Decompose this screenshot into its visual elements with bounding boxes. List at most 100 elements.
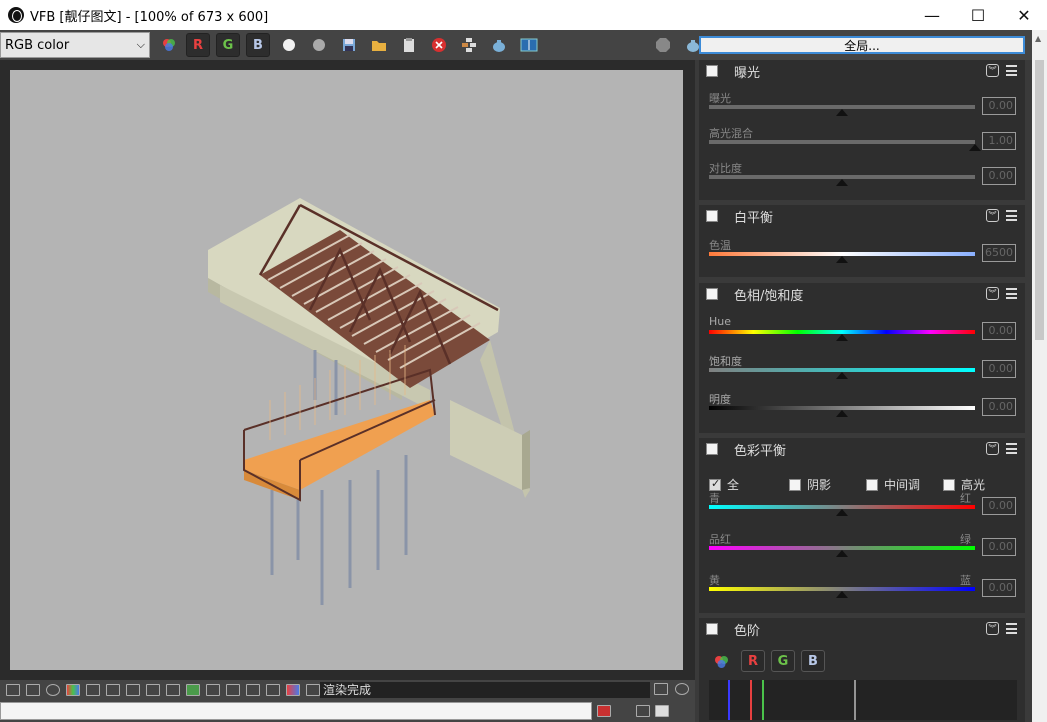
slider-value[interactable]: 0.00 (982, 97, 1016, 115)
histogram-icon[interactable] (126, 684, 140, 696)
channel-select[interactable]: RGB color ⌵ (0, 32, 150, 58)
menu-icon[interactable] (1006, 288, 1017, 299)
saturation-slider[interactable]: 饱和度 0.00 (709, 353, 1021, 387)
menu-icon[interactable] (1006, 210, 1017, 221)
collapse-icon[interactable]: ︾ (986, 287, 999, 300)
option-shadows-checkbox[interactable] (789, 478, 801, 491)
menu-icon[interactable] (1006, 65, 1017, 76)
clipboard-icon[interactable] (398, 34, 420, 56)
background-icon[interactable] (186, 684, 200, 696)
slider-value[interactable]: 0.00 (982, 538, 1016, 556)
color-correction-icon[interactable] (66, 684, 80, 696)
slider-thumb[interactable] (836, 410, 848, 417)
rgb-channels-icon[interactable] (158, 34, 180, 56)
h-icon[interactable] (246, 684, 260, 696)
hue-slider[interactable]: Hue 0.00 (709, 315, 1021, 349)
region-render-icon[interactable] (458, 34, 480, 56)
expand-icon[interactable] (675, 683, 689, 695)
monitor-icon[interactable] (655, 705, 669, 717)
pixel-info-icon[interactable] (306, 684, 320, 696)
curve-icon[interactable] (146, 684, 160, 696)
slider-track[interactable] (709, 140, 975, 144)
option-all-checkbox[interactable] (709, 477, 721, 491)
option-highlights-checkbox[interactable] (943, 478, 955, 491)
command-input[interactable] (0, 702, 592, 720)
slider-value[interactable]: 0.00 (982, 322, 1016, 340)
cyan-red-slider[interactable]: 青 红 0.00 (709, 490, 1021, 524)
red-channel-button[interactable]: R (186, 33, 210, 57)
slider-value[interactable]: 0.00 (982, 167, 1016, 185)
stop-icon[interactable] (652, 34, 674, 56)
close-button[interactable]: ✕ (1001, 0, 1047, 30)
alpha-white-icon[interactable] (278, 34, 300, 56)
white-balance-checkbox[interactable] (706, 210, 718, 222)
teapot-render-icon[interactable] (488, 34, 510, 56)
option-midtones-checkbox[interactable] (866, 478, 878, 491)
rgb-channels-icon[interactable] (713, 654, 731, 673)
curves-icon[interactable] (206, 684, 220, 696)
hue-saturation-checkbox[interactable] (706, 288, 718, 300)
yellow-blue-slider[interactable]: 黄 蓝 0.00 (709, 572, 1021, 606)
levels-green-button[interactable]: G (771, 650, 795, 672)
temperature-slider[interactable]: 色温 6500 (709, 237, 1021, 271)
slider-value[interactable]: 6500 (982, 244, 1016, 262)
blue-channel-button[interactable]: B (246, 33, 270, 57)
slider-thumb[interactable] (836, 109, 848, 116)
maximize-button[interactable]: ☐ (955, 0, 1001, 30)
collapse-icon[interactable]: ︾ (986, 622, 999, 635)
slider-thumb[interactable] (969, 144, 981, 151)
scrollbar-thumb[interactable] (1035, 60, 1044, 340)
levels-icon[interactable] (106, 684, 120, 696)
snapshot-icon[interactable] (636, 705, 650, 717)
flag-icon[interactable] (597, 705, 611, 717)
slider-thumb[interactable] (836, 256, 848, 263)
slider-thumb[interactable] (836, 334, 848, 341)
save-icon[interactable] (338, 34, 360, 56)
mono-icon[interactable] (308, 34, 330, 56)
collapse-icon[interactable]: ︾ (986, 64, 999, 77)
slider-thumb[interactable] (836, 591, 848, 598)
contrast-slider[interactable]: 对比度 0.00 (709, 160, 1021, 194)
levels-red-button[interactable]: R (741, 650, 765, 672)
minimize-button[interactable]: — (909, 0, 955, 30)
green-channel-button[interactable]: G (216, 33, 240, 57)
lens-icon[interactable] (166, 684, 180, 696)
slider-value[interactable]: 1.00 (982, 132, 1016, 150)
exposure-slider[interactable]: 曝光 0.00 (709, 90, 1021, 124)
slider-value[interactable]: 0.00 (982, 497, 1016, 515)
scroll-up-icon[interactable]: ▲ (1035, 34, 1041, 43)
levels-checkbox[interactable] (706, 623, 718, 635)
magenta-green-slider[interactable]: 品红 绿 0.00 (709, 531, 1021, 565)
lightness-slider[interactable]: 明度 0.00 (709, 391, 1021, 425)
slider-thumb[interactable] (836, 372, 848, 379)
menu-icon[interactable] (1006, 623, 1017, 634)
panel-scrollbar[interactable]: ▲ (1032, 30, 1047, 722)
slider-value[interactable]: 0.00 (982, 579, 1016, 597)
collapse-icon[interactable]: ︾ (986, 442, 999, 455)
slider-value[interactable]: 0.00 (982, 398, 1016, 416)
slider-thumb[interactable] (836, 179, 848, 186)
open-folder-icon[interactable] (368, 34, 390, 56)
stereo-icon[interactable] (266, 684, 280, 696)
info-icon[interactable] (46, 684, 60, 696)
color-balance-checkbox[interactable] (706, 443, 718, 455)
global-button[interactable]: 全局... (699, 36, 1025, 54)
compare-icon[interactable] (518, 34, 540, 56)
display-icon[interactable] (6, 684, 20, 696)
levels-blue-button[interactable]: B (801, 650, 825, 672)
lut-icon[interactable] (86, 684, 100, 696)
levels-histogram[interactable] (709, 680, 1017, 720)
render-image[interactable] (10, 70, 683, 670)
slider-thumb[interactable] (836, 550, 848, 557)
panel-toggle-icon[interactable] (654, 683, 668, 695)
highlight-burn-slider[interactable]: 高光混合 1.00 (709, 125, 1021, 159)
channels-bar-icon[interactable] (286, 684, 300, 696)
ocio-icon[interactable] (226, 684, 240, 696)
list-icon[interactable] (26, 684, 40, 696)
slider-thumb[interactable] (836, 509, 848, 516)
slider-value[interactable]: 0.00 (982, 360, 1016, 378)
exposure-checkbox[interactable] (706, 65, 718, 77)
collapse-icon[interactable]: ︾ (986, 209, 999, 222)
menu-icon[interactable] (1006, 443, 1017, 454)
clear-icon[interactable] (428, 34, 450, 56)
